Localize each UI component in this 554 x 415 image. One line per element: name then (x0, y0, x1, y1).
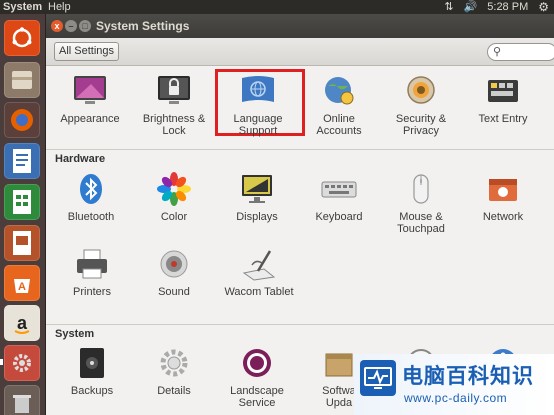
system-settings-launcher-icon[interactable] (0, 345, 40, 381)
appearance-icon (70, 73, 110, 109)
software-center-icon[interactable]: A (4, 265, 40, 301)
all-settings-button[interactable]: All Settings (54, 42, 120, 61)
settings-item-label: Appearance (60, 113, 120, 125)
writer-icon[interactable] (4, 143, 40, 179)
settings-item-label: Online Accounts (316, 113, 362, 137)
settings-item-keyboard[interactable]: Keyboard (300, 171, 378, 223)
firefox-icon[interactable] (4, 102, 40, 138)
settings-item-backups[interactable]: Backups (53, 345, 131, 397)
trash-icon[interactable] (4, 385, 40, 415)
settings-item-label: Security & Privacy (395, 113, 447, 137)
color-icon (154, 171, 194, 207)
settings-item-label: Color (160, 211, 188, 223)
settings-item-label: Wacom Tablet (224, 286, 294, 298)
printer-icon (72, 246, 112, 282)
settings-item-mouse-touchpad[interactable]: Mouse & Touchpad (382, 171, 460, 235)
settings-item-label: Sound (158, 286, 190, 298)
search-icon: ⚲ (493, 46, 502, 58)
maximize-button[interactable]: □ (79, 20, 91, 32)
settings-item-details[interactable]: Details (135, 345, 213, 397)
watermark: 电脑百科知识 www.pc-daily.com (354, 354, 554, 415)
window-title: System Settings (96, 19, 190, 33)
section-title-system: System (55, 328, 95, 340)
settings-item-bluetooth[interactable]: Bluetooth (52, 171, 130, 223)
settings-item-label: Language Support (233, 113, 283, 137)
watermark-url: www.pc-daily.com (404, 391, 508, 405)
settings-item-text-entry[interactable]: Text Entry (464, 73, 542, 125)
settings-item-landscape-service[interactable]: Landscape Service (218, 345, 296, 409)
section-divider (46, 324, 554, 325)
toolbar: All Settings ⚲ (46, 38, 554, 66)
network-icon (483, 171, 523, 207)
settings-item-color[interactable]: Color (135, 171, 213, 223)
search-input[interactable]: ⚲ (487, 43, 554, 61)
dash-home-icon[interactable] (4, 20, 40, 56)
app-name: System (3, 1, 43, 13)
security-privacy-icon (401, 73, 441, 109)
settings-item-label: Network (482, 211, 524, 223)
settings-item-online-accounts[interactable]: Online Accounts (300, 73, 378, 137)
online-accounts-icon (319, 73, 359, 109)
settings-item-wacom-tablet[interactable]: Wacom Tablet (218, 246, 300, 298)
settings-item-label: Brightness & Lock (142, 113, 206, 137)
settings-item-printers[interactable]: Printers (53, 246, 131, 298)
keyboard-icon (319, 171, 359, 207)
settings-item-appearance[interactable]: Appearance (51, 73, 129, 125)
details-icon (154, 345, 194, 381)
settings-item-label: Bluetooth (67, 211, 115, 223)
settings-item-language-support[interactable]: Language Support (219, 73, 297, 137)
watermark-monitor-icon (360, 360, 396, 396)
wacom-tablet-icon (239, 246, 279, 282)
top-panel: System Help ⇅ 🔊 5:28 PM ⚙ (0, 0, 554, 14)
close-button[interactable]: x (51, 20, 63, 32)
minimize-button[interactable]: – (65, 20, 77, 32)
volume-icon[interactable]: 🔊 (464, 0, 478, 14)
calc-icon[interactable] (4, 184, 40, 220)
displays-icon (237, 171, 277, 207)
settings-item-brightness-lock[interactable]: Brightness & Lock (135, 73, 213, 137)
svg-text:a: a (17, 313, 28, 333)
amazon-icon[interactable]: a (4, 305, 40, 341)
clock[interactable]: 5:28 PM (487, 0, 528, 14)
settings-item-label: Backups (70, 385, 114, 397)
text-entry-icon (483, 73, 523, 109)
network-indicator-icon[interactable]: ⇅ (444, 0, 453, 14)
settings-item-label: Displays (236, 211, 278, 223)
settings-item-sound[interactable]: Sound (135, 246, 213, 298)
settings-item-label: Mouse & Touchpad (397, 211, 445, 235)
settings-item-network[interactable]: Network (464, 171, 542, 223)
svg-text:A: A (18, 281, 26, 293)
titlebar: x – □ System Settings (46, 14, 554, 38)
sound-icon (154, 246, 194, 282)
watermark-brand: 电脑百科知识 (402, 365, 534, 388)
settings-item-label: Details (157, 385, 191, 397)
mouse-icon (401, 171, 441, 207)
language-support-icon (238, 73, 278, 109)
settings-item-label: Printers (73, 286, 111, 298)
settings-item-label: Landscape Service (230, 385, 284, 409)
backups-icon (72, 345, 112, 381)
settings-item-label: Keyboard (315, 211, 363, 223)
landscape-icon (237, 345, 277, 381)
section-title-hardware: Hardware (55, 153, 106, 165)
power-gear-icon[interactable]: ⚙ (538, 0, 549, 14)
files-icon[interactable] (4, 62, 40, 98)
section-divider (46, 149, 554, 150)
settings-item-label: Text Entry (478, 113, 528, 125)
settings-item-displays[interactable]: Displays (218, 171, 296, 223)
software-updates-icon (319, 345, 359, 381)
settings-item-security-privacy[interactable]: Security & Privacy (382, 73, 460, 137)
launcher: A a (0, 14, 46, 415)
help-menu[interactable]: Help (48, 0, 71, 14)
impress-icon[interactable] (4, 225, 40, 261)
brightness-lock-icon (154, 73, 194, 109)
bluetooth-icon (71, 171, 111, 207)
